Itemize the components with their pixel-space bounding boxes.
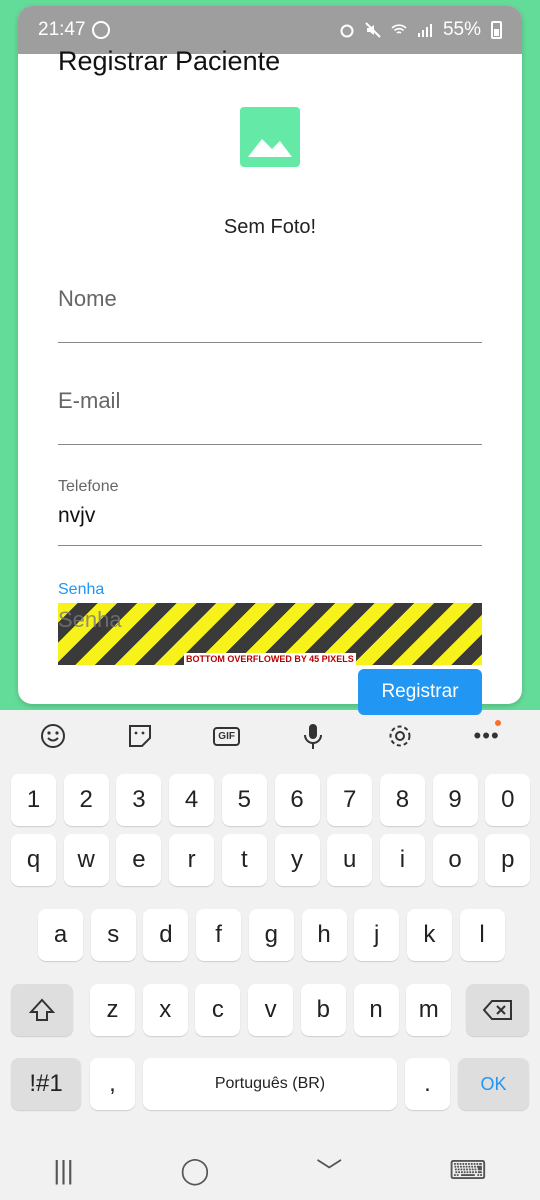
key-o[interactable]: o bbox=[432, 834, 478, 886]
key-f[interactable]: f bbox=[196, 909, 242, 961]
battery-icon bbox=[491, 21, 502, 39]
key-3[interactable]: 3 bbox=[116, 774, 162, 826]
key-v[interactable]: v bbox=[248, 984, 294, 1036]
key-4[interactable]: 4 bbox=[169, 774, 215, 826]
shift-icon bbox=[29, 998, 55, 1021]
key-t[interactable]: t bbox=[221, 834, 267, 886]
key-y[interactable]: y bbox=[274, 834, 320, 886]
back-button[interactable]: ﹀ bbox=[316, 1152, 342, 1189]
home-button[interactable]: ◯ bbox=[180, 1155, 209, 1186]
key-h[interactable]: h bbox=[301, 909, 347, 961]
key-l[interactable]: l bbox=[459, 909, 505, 961]
key-w[interactable]: w bbox=[63, 834, 109, 886]
signal-icon bbox=[417, 24, 432, 37]
key-i[interactable]: i bbox=[379, 834, 425, 886]
key-m[interactable]: m bbox=[406, 984, 452, 1036]
keyboard-toolbar: GIF ••• bbox=[0, 710, 540, 762]
key-r[interactable]: r bbox=[169, 834, 215, 886]
key-7[interactable]: 7 bbox=[327, 774, 373, 826]
status-time: 21:47 bbox=[38, 19, 86, 40]
wifi-icon bbox=[391, 24, 407, 34]
comma-key[interactable]: , bbox=[90, 1058, 135, 1110]
gif-icon[interactable]: GIF bbox=[211, 720, 243, 752]
email-field[interactable]: E-mail bbox=[58, 388, 482, 445]
key-6[interactable]: 6 bbox=[274, 774, 320, 826]
key-5[interactable]: 5 bbox=[221, 774, 267, 826]
image-icon bbox=[248, 139, 292, 157]
key-d[interactable]: d bbox=[143, 909, 189, 961]
key-c[interactable]: c bbox=[195, 984, 241, 1036]
alarm-icon bbox=[340, 24, 354, 38]
space-key[interactable]: Português (BR) bbox=[143, 1058, 397, 1110]
key-p[interactable]: p bbox=[485, 834, 531, 886]
page-title: Registrar Paciente bbox=[58, 46, 281, 76]
photo-placeholder-icon[interactable] bbox=[240, 107, 300, 167]
password-label: Senha bbox=[58, 581, 105, 598]
backspace-key[interactable] bbox=[466, 984, 529, 1036]
more-icon[interactable]: ••• bbox=[471, 720, 503, 752]
key-s[interactable]: s bbox=[90, 909, 136, 961]
register-button[interactable]: Registrar bbox=[358, 669, 482, 715]
emoji-icon[interactable] bbox=[37, 720, 69, 752]
key-g[interactable]: g bbox=[248, 909, 294, 961]
phone-field[interactable]: Telefone nvjv bbox=[58, 478, 482, 546]
key-0[interactable]: 0 bbox=[485, 774, 531, 826]
key-j[interactable]: j bbox=[354, 909, 400, 961]
key-q[interactable]: q bbox=[11, 834, 56, 886]
keyboard-switch-button[interactable]: ⌨ bbox=[449, 1155, 487, 1186]
phone-value: nvjv bbox=[58, 504, 96, 527]
period-key[interactable]: . bbox=[405, 1058, 450, 1110]
key-e[interactable]: e bbox=[116, 834, 162, 886]
phone-label: Telefone bbox=[58, 478, 119, 495]
name-placeholder: Nome bbox=[58, 286, 117, 311]
key-b[interactable]: b bbox=[300, 984, 346, 1036]
password-field-overflow[interactable]: Senha BOTTOM OVERFLOWED BY 45 PIXELS bbox=[58, 603, 482, 665]
key-z[interactable]: z bbox=[90, 984, 135, 1036]
key-1[interactable]: 1 bbox=[11, 774, 56, 826]
system-navbar: ||| ◯ ﹀ ⌨ bbox=[0, 1140, 540, 1200]
mic-icon[interactable] bbox=[297, 720, 329, 752]
notification-dot bbox=[494, 720, 501, 726]
key-k[interactable]: k bbox=[406, 909, 452, 961]
backspace-icon bbox=[482, 1000, 512, 1020]
key-9[interactable]: 9 bbox=[432, 774, 478, 826]
no-photo-caption: Sem Foto! bbox=[223, 216, 317, 238]
name-field[interactable]: Nome bbox=[58, 286, 482, 343]
shift-key[interactable] bbox=[11, 984, 73, 1036]
overflow-warning: BOTTOM OVERFLOWED BY 45 PIXELS bbox=[184, 653, 356, 665]
sticker-icon[interactable] bbox=[124, 720, 156, 752]
key-8[interactable]: 8 bbox=[379, 774, 425, 826]
key-a[interactable]: a bbox=[38, 909, 83, 961]
key-n[interactable]: n bbox=[353, 984, 399, 1036]
email-placeholder: E-mail bbox=[58, 388, 121, 413]
settings-icon[interactable] bbox=[384, 720, 416, 752]
mute-icon bbox=[365, 22, 381, 38]
key-u[interactable]: u bbox=[327, 834, 373, 886]
recent-apps-button[interactable]: ||| bbox=[53, 1155, 73, 1186]
password-placeholder: Senha bbox=[58, 607, 122, 632]
battery-percent: 55% bbox=[442, 19, 481, 40]
ok-key[interactable]: OK bbox=[458, 1058, 529, 1110]
gif-label: GIF bbox=[213, 726, 240, 746]
key-x[interactable]: x bbox=[142, 984, 188, 1036]
symbols-key[interactable]: !#1 bbox=[11, 1058, 81, 1110]
key-2[interactable]: 2 bbox=[63, 774, 109, 826]
whatsapp-icon bbox=[91, 21, 110, 39]
